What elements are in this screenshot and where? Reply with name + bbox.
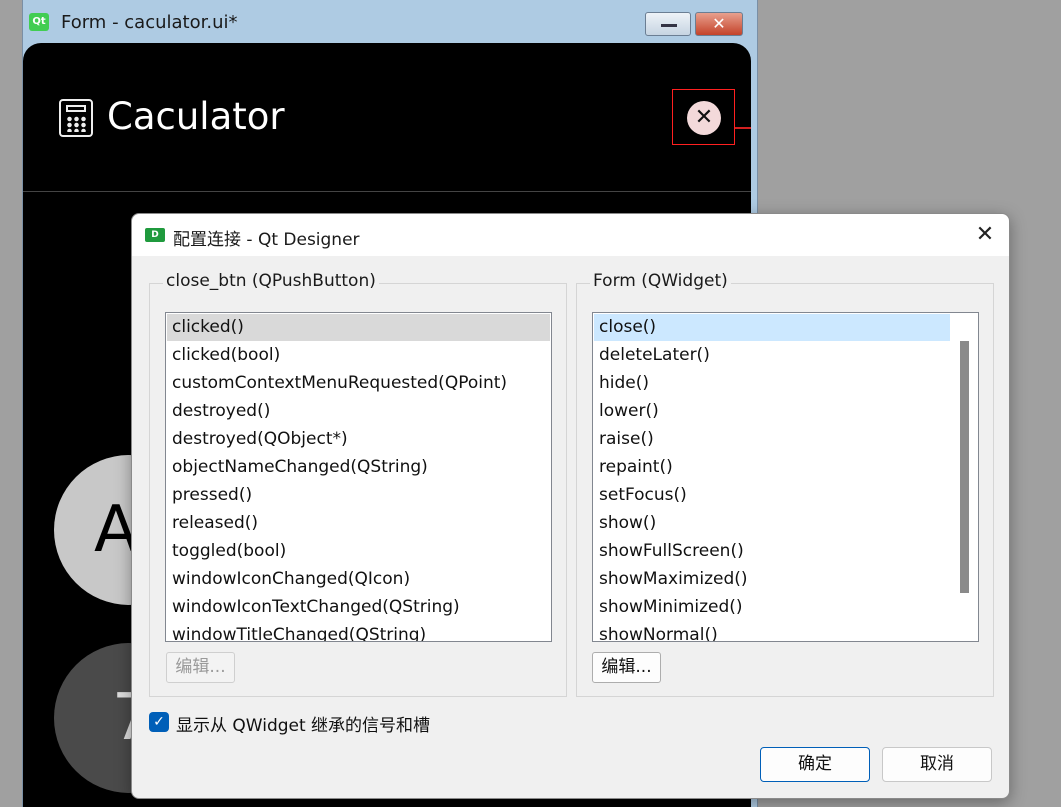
qt-logo-icon: Qt [29, 13, 49, 31]
checkbox-check-icon[interactable]: ✓ [149, 712, 169, 732]
slot-group: Form (QWidget) close() deleteLater() hide(… [576, 271, 994, 697]
signal-list[interactable]: clicked() clicked(bool) customContextMenuR… [165, 312, 552, 642]
minimize-button[interactable] [645, 12, 691, 36]
ok-button[interactable]: 确定 [760, 747, 870, 782]
edit-slots-button[interactable]: 编辑... [592, 652, 661, 683]
slot-group-title: Form (QWidget) [590, 271, 731, 291]
configure-connection-dialog: D 配置连接 - Qt Designer ✕ close_btn (QPushB… [131, 213, 1010, 799]
list-item[interactable]: objectNameChanged(QString) [167, 454, 550, 481]
list-item[interactable]: raise() [594, 426, 950, 453]
list-item[interactable]: clicked() [167, 314, 550, 341]
close-circle-icon[interactable]: ✕ [687, 101, 721, 135]
slot-list[interactable]: close() deleteLater() hide() lower() raise()… [592, 312, 979, 642]
list-item[interactable]: released() [167, 510, 550, 537]
close-window-button[interactable]: ✕ [695, 12, 743, 36]
scrollbar[interactable] [952, 313, 978, 641]
inherit-checkbox-label[interactable]: 显示从 QWidget 继承的信号和槽 [176, 711, 430, 736]
signal-group-title: close_btn (QPushButton) [163, 271, 379, 291]
list-item[interactable]: destroyed() [167, 398, 550, 425]
list-item[interactable]: repaint() [594, 454, 950, 481]
dialog-close-button[interactable]: ✕ [970, 222, 1000, 248]
divider [23, 191, 751, 192]
calculator-title: Caculator [107, 95, 285, 138]
calculator-icon [59, 99, 93, 137]
list-item[interactable]: showFullScreen() [594, 538, 950, 565]
scrollbar-thumb[interactable] [960, 341, 969, 593]
edit-signals-button[interactable]: 编辑... [166, 652, 235, 683]
list-item[interactable]: showNormal() [594, 622, 950, 641]
list-item[interactable]: show() [594, 510, 950, 537]
minimize-icon [661, 24, 677, 27]
list-item[interactable]: setFocus() [594, 482, 950, 509]
close-btn-selection[interactable]: ✕ [672, 89, 735, 145]
form-window-title: Form - caculator.ui* [61, 12, 238, 33]
connection-line [735, 127, 751, 129]
list-item[interactable]: showMinimized() [594, 594, 950, 621]
list-item[interactable]: hide() [594, 370, 950, 397]
list-item[interactable]: windowTitleChanged(QString) [167, 622, 550, 641]
designer-icon: D [145, 228, 165, 242]
list-item[interactable]: deleteLater() [594, 342, 950, 369]
cancel-button[interactable]: 取消 [882, 747, 992, 782]
dialog-titlebar: D 配置连接 - Qt Designer ✕ [132, 214, 1009, 256]
list-item[interactable]: destroyed(QObject*) [167, 426, 550, 453]
list-item[interactable]: close() [594, 314, 950, 341]
list-item[interactable]: showMaximized() [594, 566, 950, 593]
signal-group: close_btn (QPushButton) clicked() clicked… [149, 271, 567, 697]
list-item[interactable]: clicked(bool) [167, 342, 550, 369]
list-item[interactable]: windowIconTextChanged(QString) [167, 594, 550, 621]
dialog-title: 配置连接 - Qt Designer [173, 230, 360, 250]
list-item[interactable]: lower() [594, 398, 950, 425]
list-item[interactable]: customContextMenuRequested(QPoint) [167, 370, 550, 397]
list-item[interactable]: pressed() [167, 482, 550, 509]
list-item[interactable]: toggled(bool) [167, 538, 550, 565]
list-item[interactable]: windowIconChanged(QIcon) [167, 566, 550, 593]
form-titlebar: Qt Form - caculator.ui* ✕ [23, 0, 757, 44]
